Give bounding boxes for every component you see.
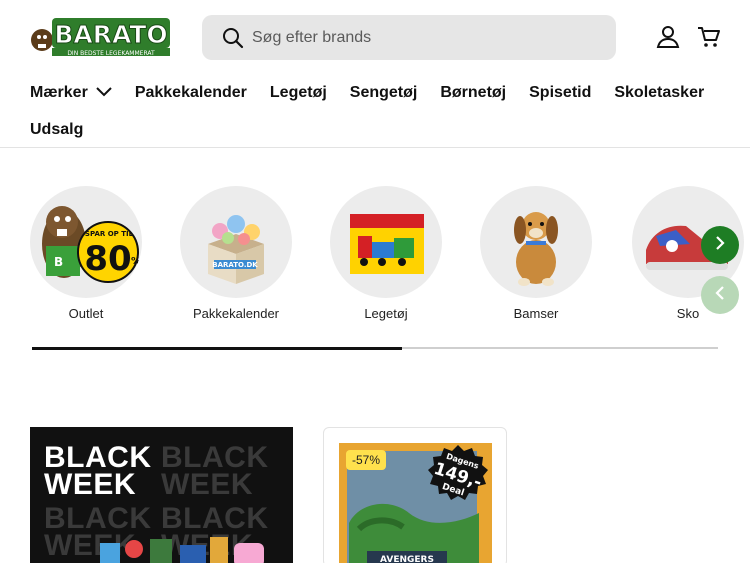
carousel-prev-button[interactable] [701, 276, 739, 314]
nav-item-label: Mærker [30, 84, 88, 101]
promo-line2-ghost: WEEK [161, 468, 253, 501]
category-legetoj[interactable]: Legetøj [330, 186, 442, 321]
carousel-next-button[interactable] [701, 226, 739, 264]
nav-item-skoletasker[interactable]: Skoletasker [614, 84, 704, 102]
nav-item-maerker[interactable]: Mærker [30, 84, 112, 102]
category-label: Outlet [68, 306, 104, 321]
chevron-down-icon [96, 84, 112, 102]
product-card[interactable]: AVENGERS -57% Dagens 149,- Deal [323, 427, 507, 563]
search-icon[interactable] [222, 27, 244, 54]
svg-text:AVENGERS: AVENGERS [380, 555, 434, 563]
outlet-badge-unit: % [131, 256, 141, 267]
discount-badge: -57% [346, 450, 387, 470]
outlet-badge-value: 80 [84, 239, 131, 279]
nav-item-pakkekalender[interactable]: Pakkekalender [135, 84, 247, 102]
black-week-banner[interactable]: BLACK WEEK BLACK WEEK BLACK BLACK WEEK W… [30, 427, 293, 563]
carousel-scrollbar[interactable] [32, 346, 718, 350]
site-header: BARATO DIN BEDSTE LEGEKAMMERAT Mærker Pa… [0, 0, 750, 148]
carousel-scroll-thumb[interactable] [32, 346, 403, 350]
account-icon[interactable] [656, 26, 680, 53]
category-bamser[interactable]: Bamser [480, 186, 592, 321]
bamser-image [480, 186, 592, 298]
legetoj-image [330, 186, 442, 298]
category-label: Bamser [513, 306, 559, 321]
svg-text:BARATO: BARATO [54, 20, 167, 49]
nav-item-udsalg[interactable]: Udsalg [30, 121, 83, 139]
search-input[interactable] [252, 15, 602, 60]
daily-deal-badge: Dagens 149,- Deal [428, 445, 488, 500]
promo-line1-ghost2: BLACK [44, 502, 152, 535]
search-bar[interactable] [202, 15, 616, 60]
nav-item-legetoj[interactable]: Legetøj [270, 84, 327, 102]
promo-line1-ghost: BLACK [161, 441, 269, 474]
promo-line1: BLACK [44, 441, 152, 474]
pakkekalender-image: BARATO.DK [180, 186, 292, 298]
category-label: Legetøj [364, 306, 408, 321]
outlet-badge-small: SPAR OP TIL [85, 230, 134, 238]
barato-logo[interactable]: BARATO DIN BEDSTE LEGEKAMMERAT [30, 16, 172, 58]
chevron-right-icon [713, 235, 727, 256]
svg-text:BARATO.DK: BARATO.DK [212, 261, 258, 269]
outlet-image: B SPAR OP TIL 80 % [30, 186, 142, 298]
promo-line1-ghost3: BLACK [161, 502, 269, 535]
main-nav: Mærker Pakkekalender Legetøj Sengetøj Bø… [30, 84, 730, 138]
promo-line2: WEEK [44, 468, 136, 501]
category-carousel: B SPAR OP TIL 80 % Outlet BARATO.DK Pakk… [0, 186, 750, 326]
category-label: Pakkekalender [193, 306, 279, 321]
promo-toys-image [100, 537, 264, 563]
nav-item-bornetoj[interactable]: Børnetøj [440, 84, 506, 102]
cart-icon[interactable] [697, 26, 721, 53]
nav-item-spisetid[interactable]: Spisetid [529, 84, 591, 102]
category-outlet[interactable]: B SPAR OP TIL 80 % Outlet [30, 186, 142, 321]
product-image[interactable]: AVENGERS -57% Dagens 149,- Deal [339, 443, 492, 563]
category-pakkekalender[interactable]: BARATO.DK Pakkekalender [180, 186, 292, 321]
svg-text:B: B [54, 255, 63, 269]
svg-text:DIN BEDSTE LEGEKAMMERAT: DIN BEDSTE LEGEKAMMERAT [67, 50, 155, 57]
nav-item-sengetoj[interactable]: Sengetøj [350, 84, 418, 102]
chevron-left-icon [713, 285, 727, 306]
